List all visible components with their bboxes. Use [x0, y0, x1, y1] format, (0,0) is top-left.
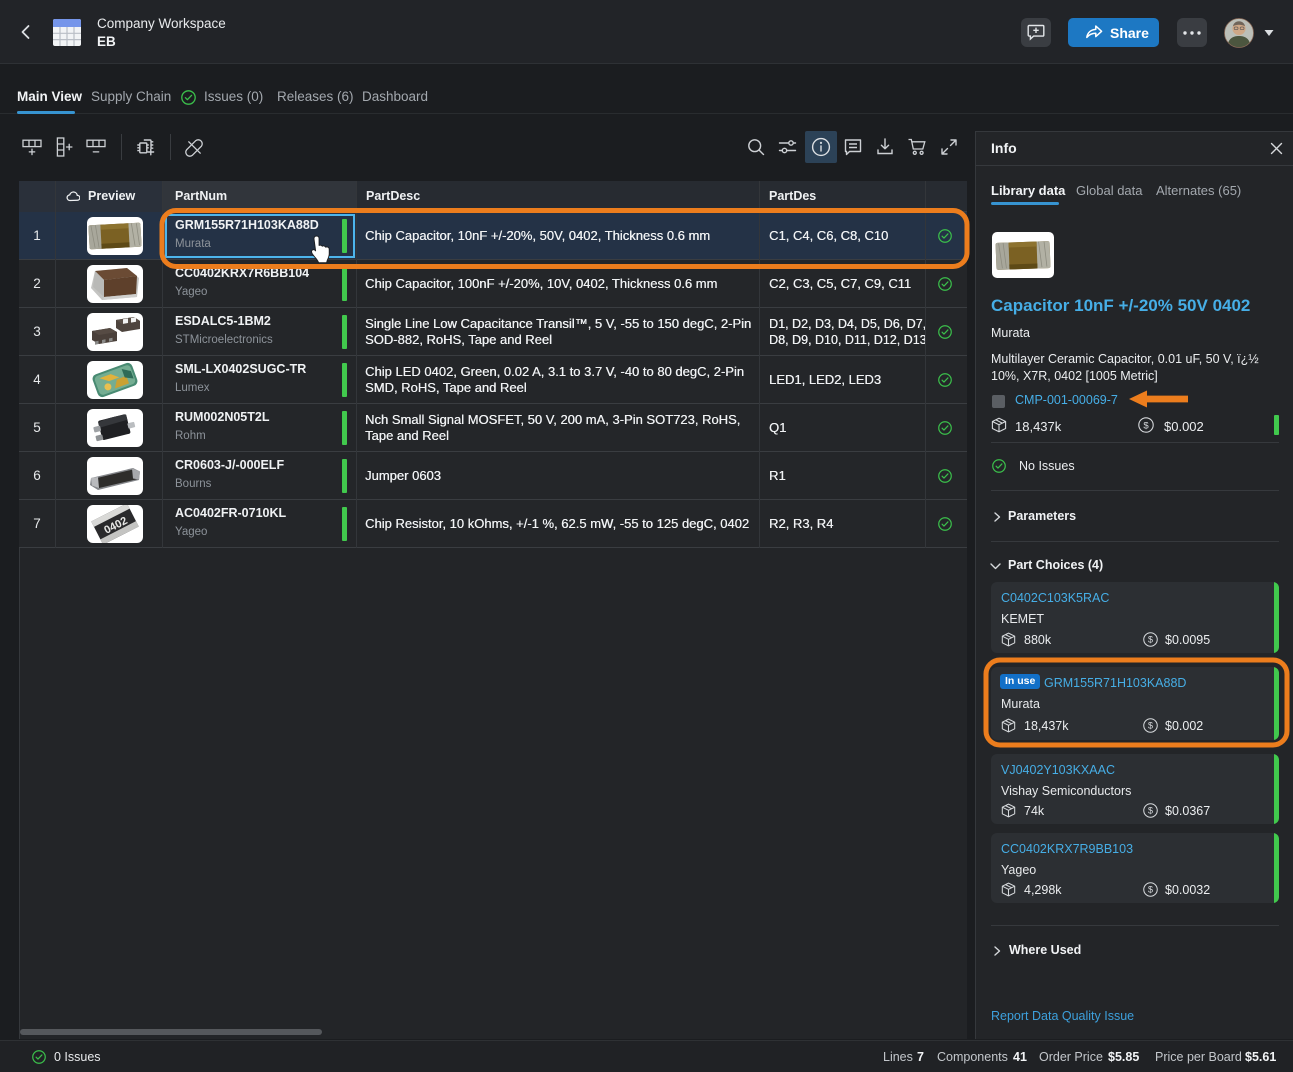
svg-text:$: $	[1148, 885, 1153, 895]
svg-text:$: $	[1148, 721, 1153, 731]
svg-text:$: $	[1148, 635, 1153, 645]
svg-text:$: $	[1143, 420, 1149, 431]
svg-text:$: $	[1148, 806, 1153, 816]
